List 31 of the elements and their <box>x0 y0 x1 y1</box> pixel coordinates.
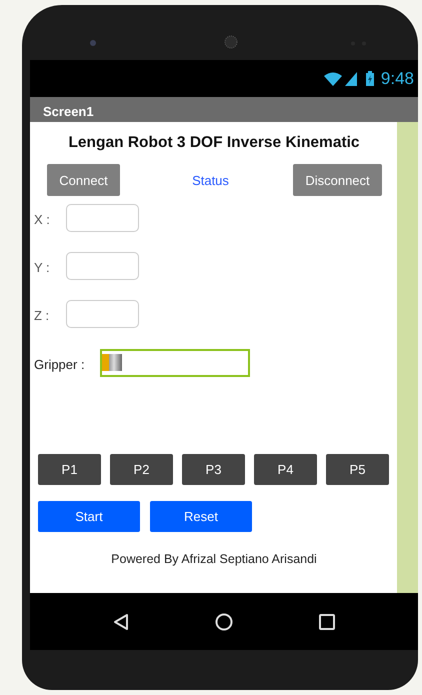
position-button[interactable]: P4 <box>254 454 317 485</box>
wifi-icon <box>324 72 342 86</box>
position-button[interactable]: P3 <box>182 454 245 485</box>
back-icon <box>113 612 129 630</box>
footer-credit: Powered By Afrizal Septiano Arisandi <box>110 552 318 566</box>
coordinate-field[interactable] <box>66 252 139 280</box>
connect-button[interactable]: Connect <box>47 164 120 196</box>
app-heading: Lengan Robot 3 DOF Inverse Kinematic <box>67 134 361 152</box>
coordinate-field[interactable] <box>66 300 139 328</box>
speaker-icon <box>224 35 238 49</box>
camera-icon <box>89 39 97 47</box>
coordinate-field[interactable] <box>66 204 139 232</box>
recents-icon <box>319 614 335 630</box>
action-button[interactable]: Start <box>38 501 140 532</box>
clock-time: 9:48 <box>380 68 414 88</box>
action-button[interactable]: Reset <box>150 501 252 532</box>
coordinate-label: Y : <box>34 260 51 275</box>
gripper-slider[interactable] <box>100 349 250 377</box>
home-icon <box>215 612 233 630</box>
screen-title: Screen1 <box>43 104 94 119</box>
position-button[interactable]: P5 <box>326 454 389 485</box>
disconnect-button[interactable]: Disconnect <box>292 164 382 196</box>
slider-thumb[interactable] <box>102 354 122 371</box>
status-label: Status <box>192 172 229 188</box>
coordinate-label: X : <box>34 212 51 227</box>
position-button[interactable]: P2 <box>110 454 173 485</box>
battery-icon <box>366 71 374 86</box>
signal-icon <box>344 72 357 86</box>
coordinate-label: Z : <box>34 308 50 323</box>
position-button[interactable]: P1 <box>38 454 101 485</box>
gripper-label: Gripper : <box>34 356 86 372</box>
